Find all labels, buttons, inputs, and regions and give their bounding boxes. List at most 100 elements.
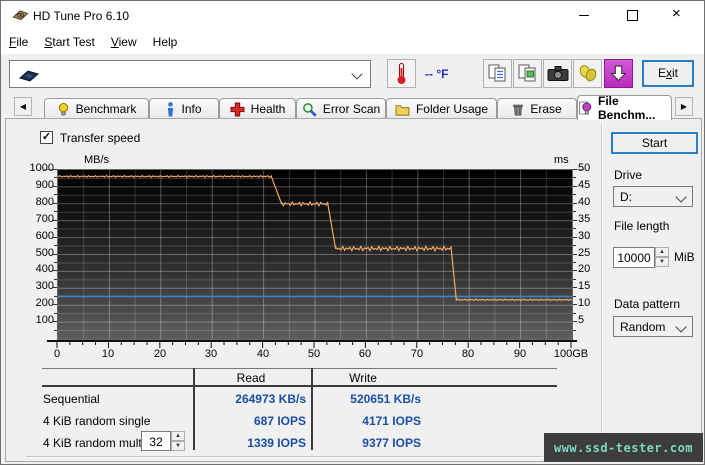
download-arrow-icon [610,65,627,82]
tab-scroll-right-button[interactable]: ▶ [675,97,693,116]
read-column-header: Read [236,371,266,385]
chevron-down-icon [675,321,687,333]
bulb-purple-icon [578,101,592,116]
tab-label: Erase [530,102,562,116]
panel-separator [601,123,603,459]
maximize-button[interactable] [627,10,638,21]
tab-label: Info [181,102,202,116]
random-multi-write-value: 9377 IOPS [362,436,421,450]
copy-image-icon [518,64,536,82]
transfer-speed-checkbox[interactable]: ✓ [40,131,53,144]
trash-icon [512,102,524,117]
menu-help[interactable]: Help [145,31,186,53]
random-single-read-value: 687 IOPS [253,414,306,428]
hands-icon [579,65,596,82]
x-axis-tick-label: 60 [358,348,372,360]
tab-error-scan[interactable]: Error Scan [296,98,386,119]
tab-scroll-left-button[interactable]: ◀ [14,97,32,116]
data-pattern-label: Data pattern [614,297,681,311]
info-figure-icon [166,101,175,117]
sequential-write-value: 520651 KB/s [350,392,421,406]
y-left-tick-label: 700 [35,213,54,225]
data-pattern-value: Random [620,320,666,334]
tab-erase[interactable]: Erase [497,98,577,119]
bottom-divider [26,456,543,458]
y-left-tick-label: 300 [35,280,54,292]
tab-benchmark[interactable]: Benchmark [44,98,149,119]
temperature-button[interactable] [387,59,416,88]
file-length-input[interactable]: 10000 [613,247,655,268]
x-axis-tick-label: 0 [53,348,61,360]
arrow-right-icon: ▶ [680,102,688,111]
y-left-tick-label: 200 [35,297,54,309]
donate-button[interactable] [573,59,602,88]
x-axis-tick-label: 70 [410,348,424,360]
data-pattern-select[interactable]: Random [613,316,693,337]
file-length-unit: MiB [674,250,695,264]
hd-tune-window: HD Tune Pro 6.10 × File Start Test View Hel… [0,0,705,465]
stepper-up-icon[interactable]: ▲ [655,247,669,257]
x-axis-tick-label: 10 [101,348,115,360]
queue-depth-input[interactable]: 32 [141,431,171,451]
folder-icon [395,103,410,116]
ssd-drive-icon [18,69,40,85]
menu-start-test[interactable]: Start Test [36,31,102,53]
tab-folder-usage[interactable]: Folder Usage [386,98,497,119]
exit-button[interactable]: Exit [642,60,694,87]
menu-view[interactable]: View [103,31,145,53]
x-axis-tick-label: 40 [256,348,270,360]
bulb-yellow-icon [57,102,70,117]
sequential-read-value: 264973 KB/s [235,392,306,406]
random-single-write-value: 4171 IOPS [362,414,421,428]
copy-image-button[interactable] [513,59,542,88]
row-label-random-multi: 4 KiB random multi [43,436,145,450]
x-axis-ticks [47,340,577,348]
y-left-tick-label: 600 [35,230,54,242]
screenshot-button[interactable] [543,59,572,88]
start-button[interactable]: Start [611,132,698,154]
tab-file-benchm[interactable]: File Benchm... [577,94,672,122]
stepper-down-icon[interactable]: ▼ [655,257,669,267]
y-left-tick-label: 100 [35,314,54,326]
transfer-speed-chart [57,169,573,340]
stepper-up-icon[interactable]: ▲ [171,431,185,441]
save-button[interactable] [604,59,633,88]
menu-file[interactable]: File [1,31,36,53]
y-left-unit-label: MB/s [84,154,110,166]
close-button[interactable]: × [672,5,681,22]
x-axis-tick-label: 90 [513,348,527,360]
window-title: HD Tune Pro 6.10 [33,9,130,23]
arrow-left-icon: ◀ [19,102,27,111]
toolbar: -- °F Exit [1,54,704,94]
x-axis-tick-label: 100GB [553,348,589,360]
stepper-down-icon[interactable]: ▼ [171,441,185,451]
app-disk-icon [12,8,29,25]
file-benchmark-page: ✓ Transfer speed MB/s ms 1000 900 800 700 60… [5,118,703,462]
row-label-sequential: Sequential [43,392,100,406]
drive-selector-combobox[interactable] [9,60,371,88]
title-bar: HD Tune Pro 6.10 × [1,1,704,31]
file-length-stepper[interactable]: ▲ ▼ [655,247,669,267]
random-multi-read-value: 1339 IOPS [247,436,306,450]
drive-select[interactable]: D: [613,186,693,207]
menu-bar: File Start Test View Help [1,31,704,54]
tab-label: File Benchm... [598,94,656,122]
y-left-tick-label: 500 [35,247,54,259]
chevron-down-icon [351,68,363,80]
x-axis-tick-label: 80 [461,348,475,360]
tab-label: Health [250,102,286,116]
y-left-tick-label: 800 [35,196,54,208]
copy-pages-icon [488,64,506,82]
temperature-readout: -- °F [425,67,449,81]
minimize-button[interactable] [579,15,589,16]
tab-info[interactable]: Info [149,98,219,119]
copy-text-button[interactable] [483,59,512,88]
tab-label: Error Scan [322,102,381,116]
queue-depth-stepper[interactable]: ▲ ▼ [171,431,185,451]
drive-label: Drive [614,168,643,182]
thermometer-icon [397,63,406,84]
tab-health[interactable]: Health [219,98,296,119]
transfer-speed-label: Transfer speed [60,131,141,145]
camera-icon [547,66,568,81]
write-column-header: Write [349,371,377,385]
